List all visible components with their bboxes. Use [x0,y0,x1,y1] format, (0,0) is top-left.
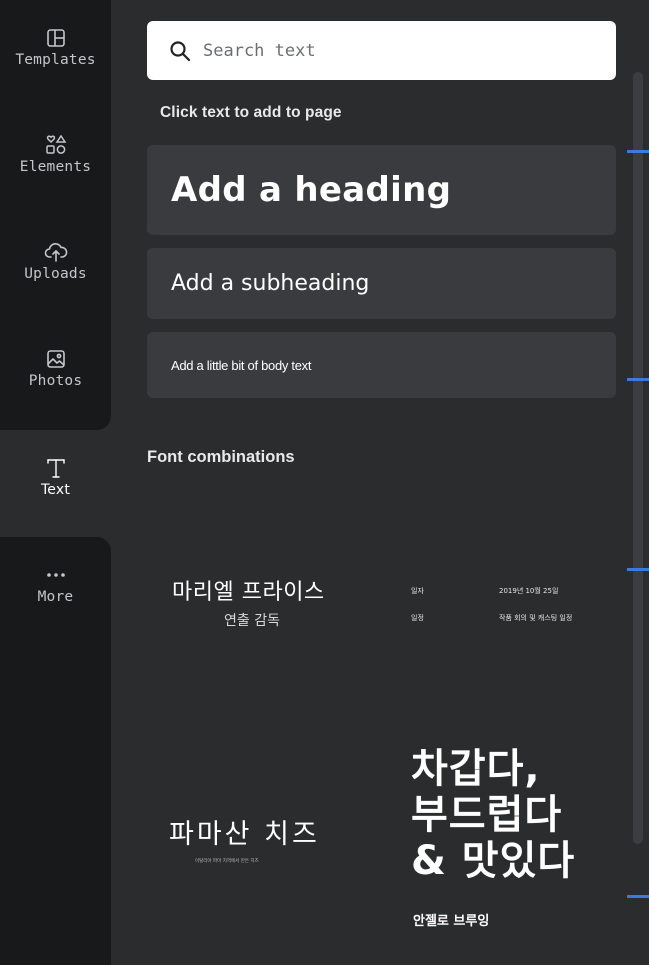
nav-label-text: Text [40,482,71,498]
combo-row-key: 일정 [411,614,424,622]
search-box[interactable] [147,21,616,80]
combo-row-key: 일자 [411,587,424,595]
nav-label-more: More [37,589,74,605]
more-dots-icon [44,563,68,587]
combo-title: 마리엘 프라이스 [172,580,325,605]
elements-icon [44,133,68,157]
combo-title: 차갑다, 부드럽다 & 맛있다 [411,746,575,884]
canvas-edge-marker [627,895,649,898]
nav-item-more[interactable]: More [0,537,111,644]
nav-label-elements: Elements [19,159,92,175]
search-input[interactable] [201,39,581,62]
add-body-text-button[interactable]: Add a little bit of body text [147,332,616,398]
combo-title-line: 부드럽다 [411,792,563,838]
add-heading-button[interactable]: Add a heading [147,145,616,235]
combo-row-value: 작품 회의 및 캐스팅 일정 [499,614,573,622]
combo-subtitle: 안젤로 브루잉 [413,914,490,929]
upload-cloud-icon [44,240,68,264]
combo-title: 파마산 치즈 [169,819,320,850]
add-text-hint: Click text to add to page [160,104,342,121]
text-panel: Click text to add to page Add a heading … [111,0,649,965]
nav-label-uploads: Uploads [24,266,87,282]
photo-icon [44,347,68,371]
rail-notch [0,402,111,430]
font-combination-card[interactable]: 마리엘 프라이스 연출 감독 [147,540,379,670]
combo-title-line: 차갑다, [411,746,541,792]
text-icon [44,456,68,480]
font-combinations-title: Font combinations [147,448,295,466]
canvas-edge-marker [627,378,649,381]
canvas-edge-marker [627,150,649,153]
combo-title-line: & 맛있다 [411,838,576,884]
panel-scrollbar[interactable] [633,72,643,844]
combo-subtitle: 연출 감독 [224,613,280,629]
combo-row-value: 2019년 10월 25일 [499,587,559,595]
font-combination-card[interactable]: 차갑다, 부드럽다 & 맛있다 안젤로 브루잉 [393,730,615,950]
nav-label-photos: Photos [28,373,83,389]
nav-label-templates: Templates [15,52,96,68]
add-subheading-button[interactable]: Add a subheading [147,248,616,319]
search-icon [170,40,191,61]
nav-item-templates[interactable]: Templates [0,0,111,107]
nav-item-elements[interactable]: Elements [0,107,111,214]
nav-item-uploads[interactable]: Uploads [0,214,111,321]
canvas-edge-marker [627,568,649,571]
side-nav-rail: Templates Elements Uploads Photos Text M… [0,0,111,965]
nav-item-text[interactable]: Text [0,430,111,537]
font-combination-card[interactable]: 파마산 치즈 이탈리아 파마 지역에서 만든 치즈 [147,730,379,940]
templates-icon [44,26,68,50]
combo-subtitle: 이탈리아 파마 지역에서 만든 치즈 [195,859,259,864]
font-combination-card[interactable]: 일자 2019년 10월 25일 일정 작품 회의 및 캐스팅 일정 [393,540,615,670]
